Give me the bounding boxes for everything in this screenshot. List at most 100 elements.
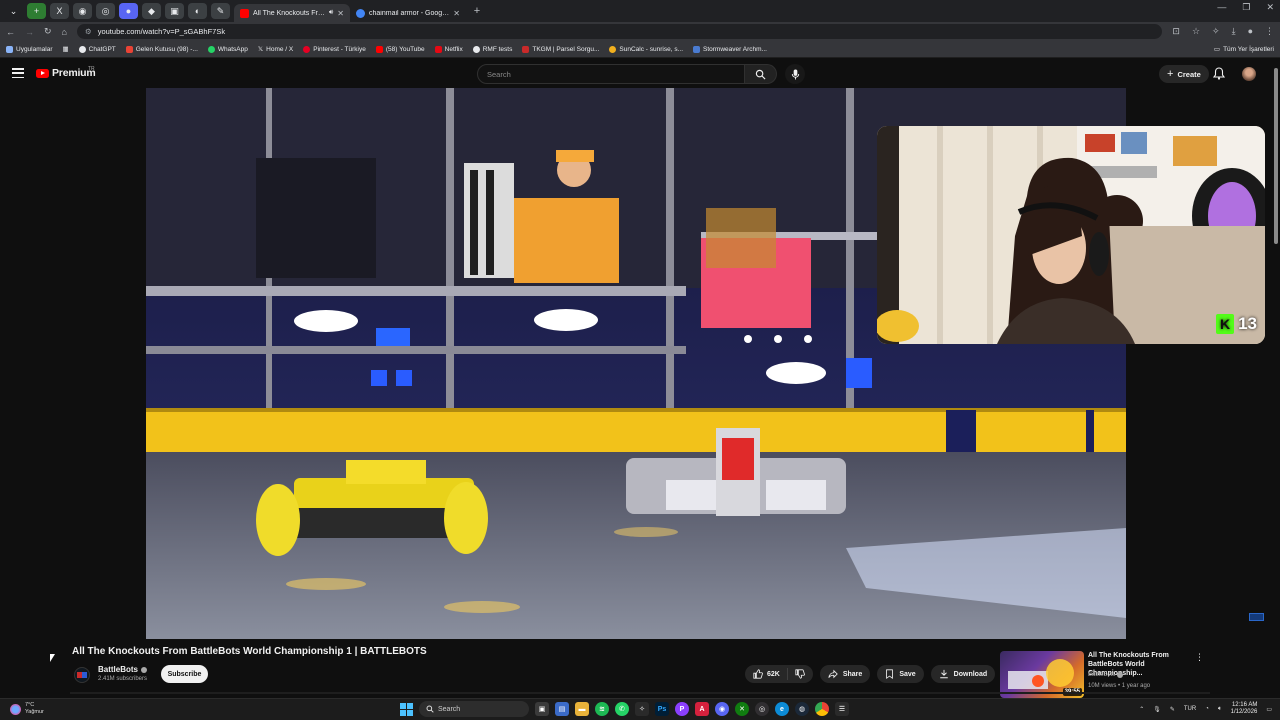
subscribe-button[interactable]: Subscribe [161, 665, 208, 683]
kebab-menu-icon[interactable]: ⋮ [1265, 26, 1274, 37]
pinned-tab[interactable]: ⌄ [4, 3, 23, 19]
pinned-tab[interactable]: ◆ [142, 3, 161, 19]
widgets-icon[interactable]: ▤ [555, 702, 569, 716]
bookmark-star-icon[interactable]: ☆ [1192, 26, 1200, 37]
bookmark-youtube[interactable]: (58) YouTube [375, 45, 425, 53]
miniplayer-indicator[interactable] [1249, 613, 1264, 621]
maximize-icon[interactable]: ❐ [1242, 2, 1250, 13]
bookmark-grid[interactable]: ▦ [63, 45, 69, 53]
download-button[interactable]: Download [930, 665, 996, 683]
pinned-tab-x[interactable]: X [50, 3, 69, 19]
extensions-icon[interactable]: ✧ [1212, 26, 1220, 37]
app-icon[interactable]: ☰ [835, 702, 849, 716]
search-button[interactable] [745, 64, 777, 84]
bookmark-gmail[interactable]: Gelen Kutusu (98) -... [125, 45, 198, 53]
taskbar-search[interactable]: Search [419, 701, 529, 717]
home-icon[interactable]: ⌂ [62, 27, 67, 37]
windows-taskbar: 7°C Yağmur Search ▣ ▤ ▬ ≋ ✆ ✧ Ps P A ◉ ✕… [0, 698, 1280, 720]
hamburger-menu-icon[interactable] [12, 68, 24, 78]
reload-icon[interactable]: ↻ [44, 26, 52, 37]
dislike-button[interactable] [788, 669, 813, 679]
page-scrollbar[interactable] [1273, 64, 1279, 644]
like-button[interactable]: 62K [745, 668, 788, 680]
save-button[interactable]: Save [877, 665, 924, 683]
chevron-up-icon[interactable]: ⌃ [1139, 706, 1144, 713]
acrobat-icon[interactable]: A [695, 702, 709, 716]
search-input[interactable]: Search [477, 64, 745, 84]
edge-icon[interactable]: e [775, 702, 789, 716]
speaker-icon[interactable]: 🔊︎ [329, 9, 333, 17]
weather-widget[interactable]: 7°C Yağmur [10, 702, 44, 716]
recommended-thumbnail[interactable]: 39:55 [1000, 651, 1084, 698]
recommended-menu-icon[interactable]: ⋮ [1195, 652, 1204, 663]
forward-icon[interactable]: → [25, 27, 34, 37]
bookmark-chatgpt[interactable]: ChatGPT [78, 45, 116, 53]
pinned-tab[interactable]: ▣ [165, 3, 184, 19]
volume-icon[interactable]: 🔉︎ [1218, 706, 1222, 713]
recommended-channel[interactable]: BattleBots [1088, 672, 1124, 678]
file-explorer-icon[interactable]: ▬ [575, 702, 589, 716]
purple-app-icon[interactable]: P [675, 702, 689, 716]
share-button[interactable]: Share [819, 665, 871, 683]
recommended-video[interactable]: 39:55 All The Knockouts From BattleBots … [1000, 650, 1206, 698]
photoshop-icon[interactable]: Ps [655, 702, 669, 716]
profile-icon[interactable]: ● [1248, 26, 1253, 37]
chevron-down-icon: ⌄ [9, 5, 18, 16]
site-info-icon[interactable]: ⚙ [85, 27, 92, 36]
pen-icon[interactable]: ✎ [1170, 706, 1175, 713]
windows-start-icon[interactable] [400, 702, 413, 716]
channel-avatar[interactable] [74, 667, 90, 683]
all-bookmarks[interactable]: ▭ Tüm Yer İşaretleri [1214, 45, 1274, 54]
create-button[interactable]: + Create [1159, 65, 1209, 83]
url-text[interactable]: youtube.com/watch?v=P_sGABhF7Sk [98, 27, 225, 36]
scrollbar-thumb[interactable] [1274, 68, 1278, 244]
bookmark-apps[interactable]: Uygulamalar [6, 45, 53, 53]
clock[interactable]: 12:16 AM 1/12/2026 [1231, 702, 1258, 716]
tab-google[interactable]: chainmail armor - Google'da A ✕ [350, 4, 466, 22]
steam-icon[interactable]: ◍ [795, 702, 809, 716]
task-view-icon[interactable]: ▣ [535, 702, 549, 716]
sun-icon [609, 45, 617, 53]
bookmark-whatsapp[interactable]: WhatsApp [207, 45, 248, 53]
install-icon[interactable]: ⊡ [1172, 26, 1180, 37]
bookmark-rmf[interactable]: RMF tests [472, 45, 512, 53]
bookmark-netflix[interactable]: Netflix [434, 45, 463, 53]
notifications-bell-icon[interactable] [1213, 67, 1225, 80]
bookmark-stormweaver[interactable]: Stormweaver Archm... [693, 45, 767, 53]
close-tab-icon[interactable]: ✕ [453, 9, 460, 18]
subscribe-label: Subscribe [167, 670, 202, 678]
youtube-logo[interactable]: Premium [36, 67, 96, 79]
back-icon[interactable]: ← [6, 27, 15, 37]
pinned-tab[interactable]: ◎ [96, 3, 115, 19]
tab-youtube[interactable]: All The Knockouts From Ba 🔊︎ ✕ [234, 4, 350, 22]
app-icon[interactable]: ✧ [635, 702, 649, 716]
microphone-icon[interactable]: 🎙︎ [1153, 706, 1161, 713]
omnibox[interactable]: ⚙ youtube.com/watch?v=P_sGABhF7Sk [76, 24, 1163, 39]
bookmark-tkgm[interactable]: TKGM | Parsel Sorgu... [522, 45, 599, 53]
obs-icon[interactable]: ◎ [755, 702, 769, 716]
xbox-icon[interactable]: ✕ [735, 702, 749, 716]
close-tab-icon[interactable]: ✕ [337, 9, 344, 18]
voice-search-button[interactable] [785, 64, 805, 84]
pinned-tab[interactable]: ◐ [188, 3, 207, 19]
pinned-tab[interactable]: ◉ [73, 3, 92, 19]
new-tab-button[interactable]: + [470, 4, 484, 18]
bookmark-x[interactable]: 𝕏 Home / X [258, 45, 293, 54]
bookmark-pinterest[interactable]: Pinterest - Türkiye [303, 45, 366, 53]
discord-icon[interactable]: ◉ [715, 702, 729, 716]
pinned-tab[interactable]: + [27, 3, 46, 19]
close-window-icon[interactable]: ✕ [1266, 2, 1274, 13]
pinned-tab[interactable]: ● [119, 3, 138, 19]
whatsapp-icon[interactable]: ✆ [615, 702, 629, 716]
notification-center-icon[interactable]: ▭ [1266, 706, 1272, 713]
language-indicator[interactable]: TUR [1184, 706, 1196, 712]
minimize-icon[interactable]: — [1217, 2, 1226, 13]
download-icon[interactable]: ⤓ [1232, 26, 1236, 37]
pinned-tab[interactable]: ✎ [211, 3, 230, 19]
channel-name[interactable]: BattleBots [98, 665, 148, 674]
network-icon[interactable]: ◔ [1205, 706, 1209, 712]
spotify-icon[interactable]: ≋ [595, 702, 609, 716]
chrome-icon[interactable] [815, 702, 829, 716]
bookmark-suncalc[interactable]: SunCalc - sunrise, s... [609, 45, 683, 53]
account-avatar[interactable] [1242, 67, 1256, 81]
